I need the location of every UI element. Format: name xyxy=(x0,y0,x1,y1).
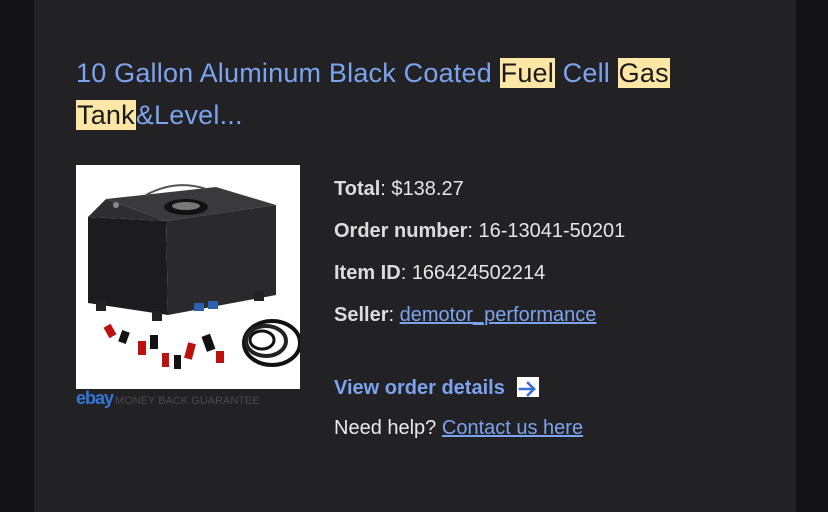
order-number-row: Order number: 16-13041-50201 xyxy=(334,220,626,242)
title-text[interactable]: Cell xyxy=(555,58,618,88)
order-number-label: Order number xyxy=(334,220,468,242)
title-highlight[interactable]: Tank xyxy=(76,100,136,130)
money-back-guarantee: MONEY BACK GUARANTEE xyxy=(115,395,260,407)
total-value: $138.27 xyxy=(391,178,464,200)
item-id-row: Item ID: 166424502214 xyxy=(334,262,546,284)
product-image[interactable] xyxy=(76,165,300,389)
ebay-logo: ebay xyxy=(76,388,114,408)
order-number-value: 16-13041-50201 xyxy=(478,220,626,242)
total-row: Total: $138.27 xyxy=(334,178,464,200)
item-title[interactable]: 10 Gallon Aluminum Black Coated Fuel Cel… xyxy=(76,52,696,136)
title-highlight[interactable]: Gas xyxy=(617,58,670,88)
help-line: Need help? Contact us here xyxy=(334,412,583,444)
seller-label: Seller xyxy=(334,304,389,326)
item-id-label: Item ID xyxy=(334,262,401,284)
order-details: Total: $138.27 Order number: 16-13041-50… xyxy=(334,170,625,338)
view-order-details-link[interactable]: View order details xyxy=(334,372,539,404)
total-label: Total xyxy=(334,178,381,200)
arrow-right-icon[interactable] xyxy=(516,376,539,397)
title-text[interactable]: 10 Gallon Aluminum Black Coated xyxy=(76,58,500,88)
need-help-text: Need help? xyxy=(334,417,437,439)
item-id-value: 166424502214 xyxy=(411,262,546,284)
view-order-details-label[interactable]: View order details xyxy=(334,377,505,399)
contact-us-link[interactable]: Contact us here xyxy=(442,417,583,439)
seller-row: Seller: demotor_performance xyxy=(334,304,597,326)
fuel-tank-image xyxy=(76,165,300,389)
ebay-guarantee-strip: ebay MONEY BACK GUARANTEE xyxy=(76,388,302,408)
seller-link[interactable]: demotor_performance xyxy=(400,304,597,326)
title-highlight[interactable]: Fuel xyxy=(499,58,555,88)
item-title-link[interactable]: 10 Gallon Aluminum Black Coated Fuel Cel… xyxy=(76,58,670,130)
title-text[interactable]: &Level... xyxy=(136,100,243,130)
